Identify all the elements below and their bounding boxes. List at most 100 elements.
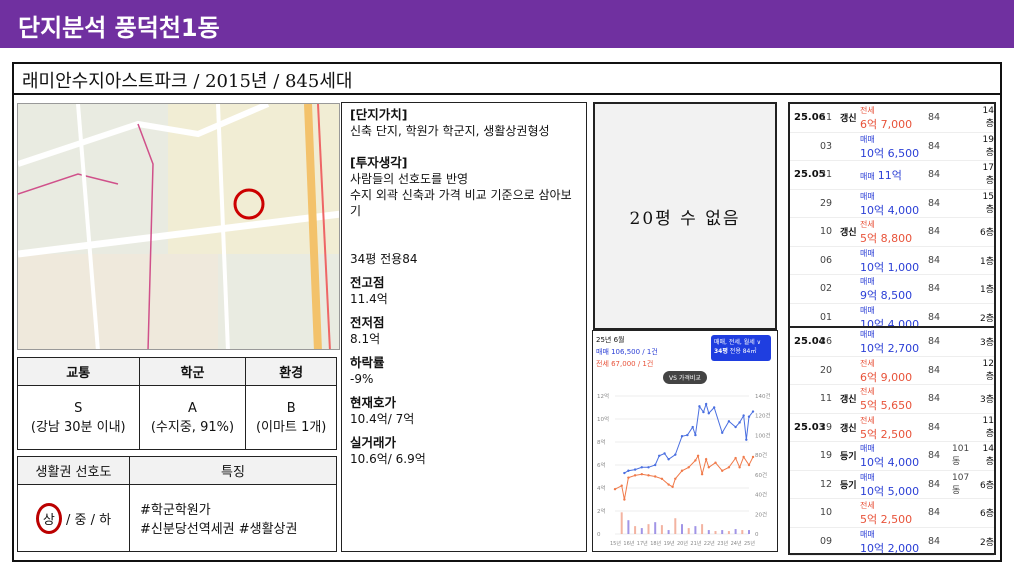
data-point — [751, 455, 755, 459]
trade-area: 84 — [928, 535, 941, 547]
trade-row[interactable]: 29 매매10억 4,000 84 15층 — [790, 190, 994, 218]
trade-tag: 갱신 — [840, 423, 857, 434]
data-point — [613, 487, 617, 491]
volume-bar — [701, 524, 704, 534]
preference-header: 생활권 선호도 — [17, 456, 130, 485]
trade-tag: 등기 — [840, 452, 857, 463]
x-tick: 18년 — [650, 540, 661, 547]
trade-dong: 101동 — [952, 444, 970, 468]
data-point — [680, 435, 684, 438]
x-tick: 24년 — [731, 540, 742, 547]
trade-row[interactable]: 25.04 26 매매10억 2,700 84 3층 — [790, 328, 994, 357]
data-point — [704, 402, 708, 406]
trade-area: 84 — [928, 507, 941, 519]
trade-price: 매매10억 4,000 — [860, 444, 920, 470]
volume-bar — [727, 531, 730, 534]
data-point — [727, 420, 731, 423]
data-point — [627, 469, 630, 472]
data-point — [633, 468, 637, 471]
x-tick: 15년 — [610, 540, 621, 547]
trades-list-top: 25.06 11 갱신 전세6억 7,000 84 14층 03 매매10억 6,500 84 1… — [788, 102, 996, 332]
note-label: 전고점 — [350, 275, 385, 290]
trade-row[interactable]: 09 매매10억 2,000 84 2층 — [790, 528, 994, 556]
volume-bar — [667, 530, 670, 534]
level-mid: 중 — [74, 512, 87, 528]
volume-bar — [654, 522, 657, 534]
y-left-tick: 2억 — [597, 507, 606, 515]
volume-bar — [640, 528, 643, 534]
data-point — [738, 421, 741, 424]
x-tick: 20년 — [677, 540, 688, 547]
data-point — [698, 405, 701, 408]
level-low: 하 — [99, 512, 112, 528]
grade-environment: B (이마트 1개) — [245, 385, 337, 450]
no-20-pyeong-box: 20평 수 없음 — [593, 102, 777, 330]
grade-school: A (수지중, 91%) — [138, 385, 247, 450]
volume-bar — [694, 526, 697, 534]
invest-text: 수지 외곽 신축과 가격 비교 기준으로 삼아보기 — [350, 188, 572, 218]
trade-row[interactable]: 25.05 31 매매 11억 84 17층 — [790, 161, 994, 190]
note-label: 실거래가 — [350, 435, 397, 450]
trade-row[interactable]: 06 매매10억 1,000 84 1층 — [790, 247, 994, 275]
volume-bar — [660, 525, 663, 534]
data-point — [654, 475, 657, 478]
trade-day: 26 — [820, 336, 833, 348]
trade-row[interactable]: 11 갱신 전세5억 5,650 84 3층 — [790, 385, 994, 414]
volume-bar — [681, 524, 683, 534]
volume-bar — [707, 530, 710, 534]
complex-title: 래미안수지아스트파크 / 2015년 / 845세대 — [12, 62, 1002, 95]
volume-bar — [627, 520, 630, 534]
data-point — [647, 474, 650, 477]
trade-row[interactable]: 02 매매9억 8,500 84 1층 — [790, 275, 994, 304]
note-value: 10.6억/ 6.9억 — [350, 452, 426, 466]
trade-floor: 14층 — [982, 444, 994, 468]
trade-row[interactable]: 10 전세5억 2,500 84 6층 — [790, 499, 994, 528]
no-20-label: 20평 수 없음 — [629, 208, 741, 229]
trade-area: 84 — [928, 393, 941, 405]
trade-area: 84 — [928, 364, 941, 376]
trade-day: 11 — [820, 112, 833, 124]
trade-row[interactable]: 25.06 11 갱신 전세6억 7,000 84 14층 — [790, 104, 994, 133]
data-point — [627, 476, 630, 479]
unit-size: 34평 전용84 — [350, 252, 418, 266]
trade-row[interactable]: 19 등기 매매10억 4,000 84 101동 14층 — [790, 442, 994, 471]
y-right-tick: 20건 — [755, 511, 767, 518]
trade-row[interactable]: 03 매매10억 6,500 84 19층 — [790, 133, 994, 161]
volume-bar — [634, 526, 637, 534]
trade-row[interactable]: 12 등기 매매10억 5,000 84 107동 6층 — [790, 471, 994, 499]
data-point — [658, 454, 661, 457]
trade-day: 06 — [820, 254, 833, 266]
data-point — [667, 483, 670, 486]
trade-area: 84 — [928, 283, 941, 295]
trade-floor: 19층 — [982, 134, 994, 158]
data-point — [640, 473, 643, 476]
trade-area: 84 — [928, 450, 941, 462]
x-tick: 25년 — [744, 540, 755, 547]
trade-price: 매매10억 2,000 — [860, 529, 920, 555]
trade-row[interactable]: 20 전세6억 9,000 84 12층 — [790, 357, 994, 385]
trade-price: 전세6억 9,000 — [860, 358, 913, 384]
map-graphic — [18, 104, 339, 349]
trade-day: 19 — [820, 450, 833, 462]
trade-area: 84 — [928, 140, 941, 152]
data-point — [751, 410, 755, 413]
trade-row[interactable]: 25.03 29 갱신 전세5억 2,500 84 11층 — [790, 414, 994, 442]
data-point — [721, 431, 724, 434]
trade-tag: 등기 — [840, 480, 857, 491]
data-point — [686, 433, 689, 437]
invest-text: 사람들의 선호도를 반영 — [350, 172, 469, 186]
location-map[interactable] — [17, 103, 340, 350]
trade-row[interactable]: 10 갱신 전세5억 8,800 84 6층 — [790, 218, 994, 247]
trade-area: 84 — [928, 226, 941, 238]
trade-price: 매매10억 2,700 — [860, 330, 920, 356]
notes-panel: [단지가치] 신축 단지, 학원가 학군지, 생활상권형성 [투자생각] 사람들… — [341, 102, 587, 552]
data-point — [687, 466, 690, 469]
y-right-tick: 0 — [755, 532, 759, 538]
trade-floor: 6층 — [979, 480, 994, 491]
trade-floor: 14층 — [982, 106, 994, 130]
data-point — [712, 406, 716, 409]
trade-floor: 3층 — [979, 395, 994, 406]
trade-floor: 12층 — [982, 358, 994, 382]
trade-area: 84 — [928, 478, 941, 490]
data-point — [674, 477, 677, 480]
